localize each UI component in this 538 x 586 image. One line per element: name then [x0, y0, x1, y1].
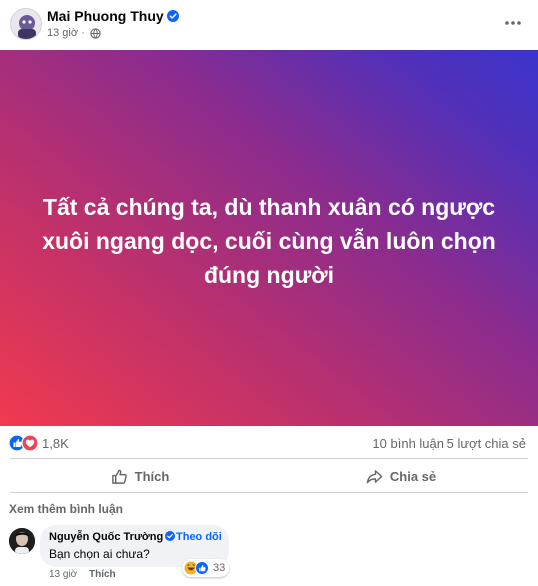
divider: [10, 492, 528, 493]
actions-bar: Thích Chia sẻ: [0, 460, 538, 492]
comment-text: Bạn chọn ai chưa?: [49, 547, 150, 561]
divider: [10, 458, 528, 459]
love-icon: [21, 434, 39, 452]
reactions-summary: 1,8K 10 bình luận 5 lượt chia sẻ: [0, 428, 538, 458]
share-count[interactable]: 5 lượt chia sẻ: [447, 436, 526, 451]
author-avatar[interactable]: [10, 8, 42, 40]
comment-author[interactable]: Nguyễn Quốc Trường: [49, 531, 176, 543]
share-label: Chia sẻ: [389, 468, 437, 484]
comment-count[interactable]: 10 bình luận: [372, 436, 444, 451]
like-button[interactable]: Thích: [100, 462, 180, 490]
author-name-text[interactable]: Mai Phuong Thuy: [47, 8, 164, 24]
like-label: Thích: [134, 468, 170, 484]
like-icon: [195, 561, 209, 575]
follow-button[interactable]: Theo dõi: [176, 531, 222, 543]
comment-like-button[interactable]: Thích: [89, 569, 116, 580]
post-meta: 13 giờ ·: [47, 27, 101, 39]
comment-reaction-count: 33: [213, 562, 226, 574]
author-name[interactable]: Mai Phuong Thuy: [47, 8, 179, 24]
comment-reactions[interactable]: 33: [182, 559, 230, 577]
post-text: Tất cả chúng ta, dù thanh xuân có ngược …: [42, 194, 496, 288]
share-arrow-icon: [366, 469, 383, 483]
post-header: Mai Phuong Thuy 13 giờ ·: [0, 0, 538, 50]
comment-author-name[interactable]: Nguyễn Quốc Trường: [49, 531, 163, 543]
verified-badge-icon: [165, 531, 176, 541]
commenter-avatar[interactable]: [9, 528, 35, 554]
share-button[interactable]: Chia sẻ: [356, 462, 446, 490]
reaction-count[interactable]: 1,8K: [42, 436, 69, 451]
post-background: Tất cả chúng ta, dù thanh xuân có ngược …: [0, 50, 538, 426]
globe-icon: [90, 27, 101, 39]
view-more-comments-link[interactable]: Xem thêm bình luận: [9, 502, 123, 516]
more-dots-icon: [505, 21, 521, 25]
thumbs-up-icon: [111, 469, 127, 484]
verified-badge-icon: [166, 10, 179, 22]
reaction-icons[interactable]: [9, 434, 39, 452]
more-options-button[interactable]: [500, 12, 526, 34]
post-time[interactable]: 13 giờ: [47, 27, 78, 39]
comment-time[interactable]: 13 giờ: [49, 569, 77, 580]
